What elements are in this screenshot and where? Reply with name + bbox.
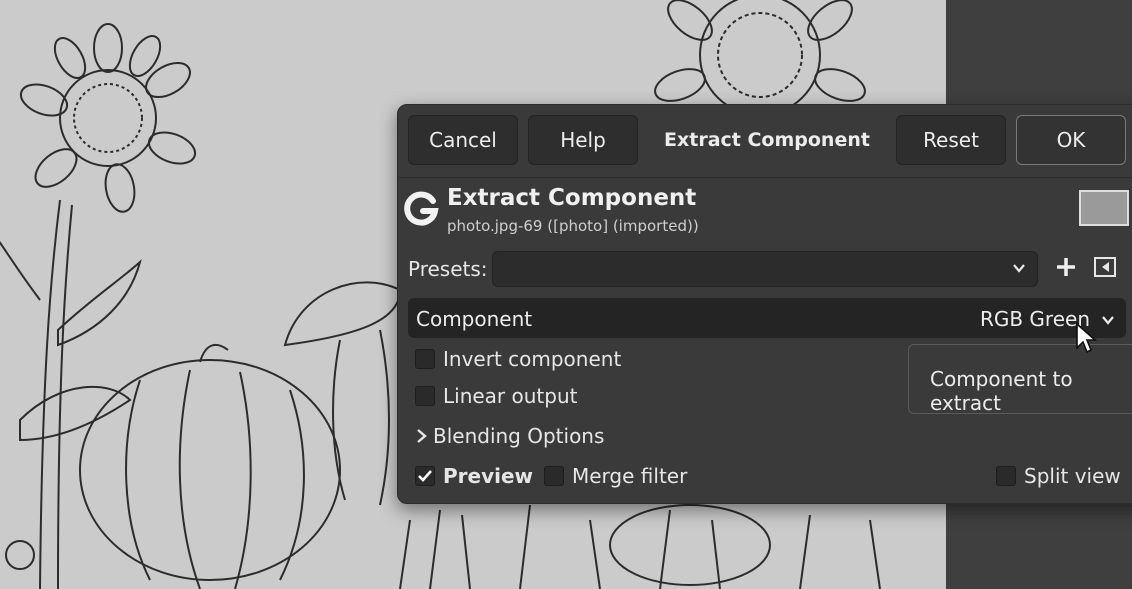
presets-dropdown[interactable] (492, 251, 1038, 287)
checkbox-box (544, 466, 564, 486)
presets-row: Presets: (398, 249, 1132, 289)
split-view-label: Split view (1024, 464, 1121, 488)
split-view-checkbox[interactable]: Split view (996, 462, 1121, 490)
component-value: RGB Green (979, 307, 1090, 331)
mouse-pointer-icon (1076, 322, 1098, 354)
operation-subtitle: photo.jpg-69 ([photo] (imported)) (447, 217, 699, 235)
operation-header: Extract Component photo.jpg-69 ([photo] … (398, 177, 1132, 247)
merge-filter-checkbox[interactable]: Merge filter (544, 462, 687, 490)
invert-component-checkbox[interactable]: Invert component (415, 345, 621, 373)
tooltip-text: Component to extract (930, 367, 1073, 415)
plus-icon[interactable] (1054, 255, 1078, 279)
image-thumbnail (1079, 190, 1129, 226)
checkmark-icon (418, 470, 432, 482)
preview-checkbox[interactable]: Preview (415, 462, 533, 490)
chevron-down-icon (1013, 264, 1025, 273)
linear-output-label: Linear output (443, 384, 578, 408)
chevron-right-icon (417, 429, 427, 443)
dialog-titlebar: Cancel Help Extract Component Reset OK (398, 105, 1132, 178)
merge-filter-label: Merge filter (572, 464, 688, 488)
checkbox-box (415, 386, 435, 406)
extract-component-dialog: Cancel Help Extract Component Reset OK E… (397, 104, 1132, 504)
presets-label: Presets: (408, 257, 488, 281)
invert-component-label: Invert component (443, 347, 622, 371)
linear-output-checkbox[interactable]: Linear output (415, 382, 577, 410)
checkbox-box (996, 466, 1016, 486)
checkbox-box (415, 349, 435, 369)
operation-title: Extract Component (447, 185, 697, 211)
chevron-down-icon (1102, 316, 1114, 325)
checkbox-box-checked (415, 466, 435, 486)
gimp-logo-icon (404, 191, 439, 226)
preview-label: Preview (443, 464, 534, 488)
component-dropdown[interactable]: Component RGB Green (408, 298, 1126, 338)
cancel-button[interactable]: Cancel (408, 115, 518, 165)
blending-options-expander[interactable]: Blending Options (415, 422, 604, 450)
dialog-title: Extract Component (664, 129, 870, 151)
component-label: Component (416, 307, 533, 331)
preset-menu-icon[interactable] (1094, 257, 1116, 277)
ok-button[interactable]: OK (1016, 115, 1126, 165)
blending-options-label: Blending Options (433, 424, 605, 448)
reset-button[interactable]: Reset (896, 115, 1006, 165)
help-button[interactable]: Help (528, 115, 638, 165)
